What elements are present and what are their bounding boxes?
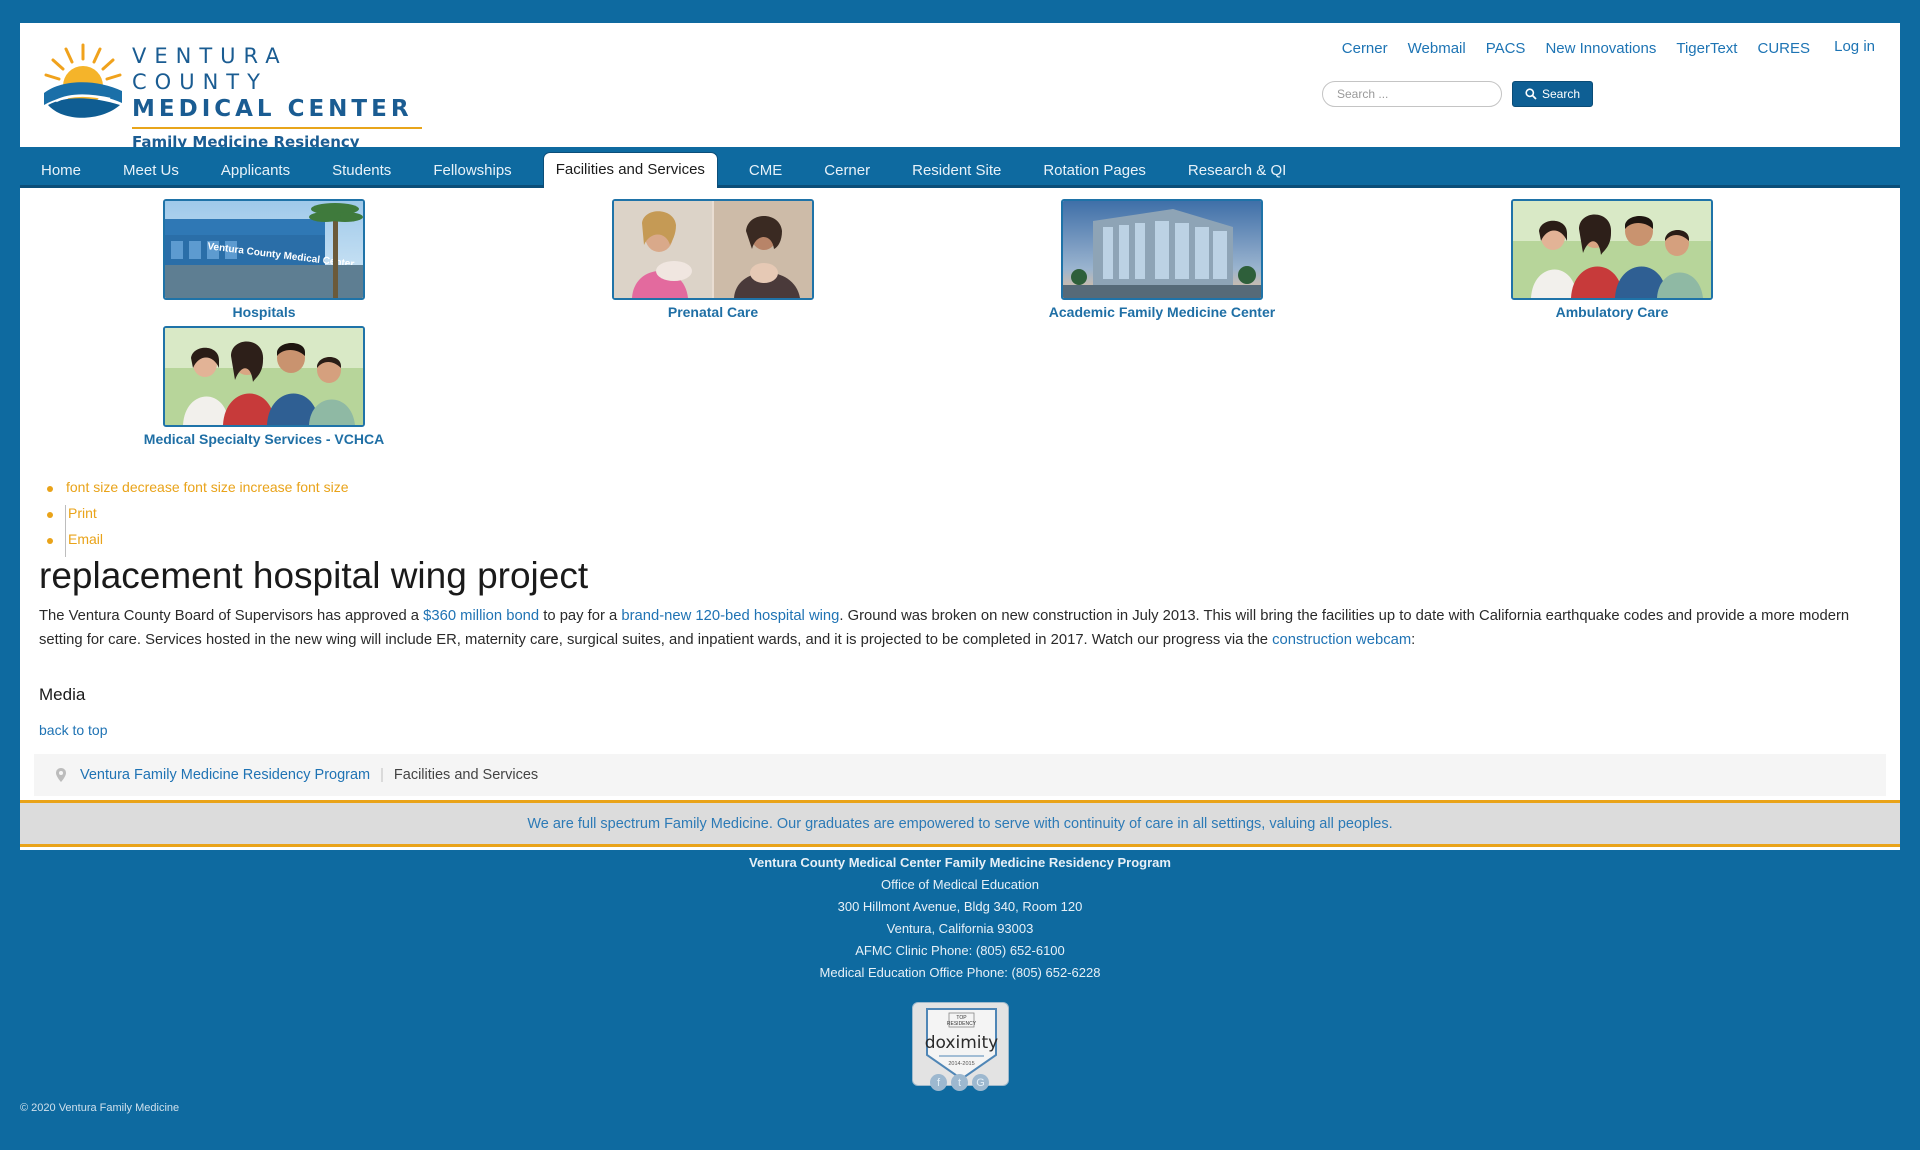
- search-input[interactable]: [1322, 81, 1502, 107]
- nav-applicants[interactable]: Applicants: [200, 162, 311, 188]
- nav-students[interactable]: Students: [311, 162, 412, 188]
- nav-facilities-and-services[interactable]: Facilities and Services: [542, 152, 718, 188]
- nav-cme[interactable]: CME: [728, 162, 803, 188]
- article-tools: font size decrease font size increase fo…: [46, 479, 348, 557]
- footer-program-name: Ventura County Medical Center Family Med…: [749, 855, 1171, 870]
- site-header: VENTURA COUNTY MEDICAL CENTER Family Med…: [20, 23, 1900, 171]
- footer-city: Ventura, California 93003: [886, 921, 1034, 936]
- twitter-icon[interactable]: t: [951, 1074, 968, 1091]
- badge-brand: doximity: [925, 1033, 998, 1053]
- service-academic-family-medicine-center: Academic Family Medicine Center: [1032, 199, 1292, 320]
- toplink-webmail[interactable]: Webmail: [1408, 40, 1466, 57]
- breadcrumb-home-link[interactable]: Ventura Family Medicine Residency Progra…: [80, 767, 370, 783]
- toplink-cures[interactable]: CURES: [1757, 40, 1810, 57]
- sun-wave-logo-icon: [44, 43, 122, 118]
- badge-years: 2014-2015: [948, 1061, 974, 1067]
- toplink-cerner[interactable]: Cerner: [1342, 40, 1388, 57]
- email-link[interactable]: Email: [68, 531, 103, 547]
- logo-line-county: VENTURA COUNTY: [132, 44, 288, 94]
- service-medical-specialty: Medical Specialty Services - VCHCA: [134, 326, 394, 447]
- academic-center-photo: [1063, 201, 1261, 298]
- toplink-tigertext[interactable]: TigerText: [1676, 40, 1737, 57]
- print-link[interactable]: Print: [68, 505, 97, 521]
- toplink-pacs[interactable]: PACS: [1486, 40, 1526, 57]
- academic-center-image[interactable]: [1061, 199, 1263, 300]
- medical-specialty-image[interactable]: [163, 326, 365, 427]
- breadcrumb: Ventura Family Medicine Residency Progra…: [34, 754, 1886, 796]
- top-links: Cerner Webmail PACS New Innovations Tige…: [1342, 40, 1810, 57]
- search-icon: [1525, 88, 1537, 100]
- email-tool: Email: [46, 531, 348, 557]
- prenatal-photo: [614, 201, 812, 298]
- search-button-label: Search: [1542, 87, 1581, 101]
- copyright: © 2020 Ventura Family Medicine: [20, 1102, 180, 1114]
- academic-center-link[interactable]: Academic Family Medicine Center: [1032, 304, 1292, 320]
- font-size-tools: font size decrease font size increase fo…: [46, 479, 348, 505]
- breadcrumb-current: Facilities and Services: [393, 767, 539, 783]
- nav-resident-site[interactable]: Resident Site: [891, 162, 1022, 188]
- hospital-wing-link[interactable]: brand-new 120-bed hospital wing: [621, 608, 839, 624]
- nav-research-qi[interactable]: Research & QI: [1167, 162, 1307, 188]
- nav-fellowships[interactable]: Fellowships: [412, 162, 532, 188]
- badge-residency: RESIDENCY: [947, 1021, 977, 1027]
- footer-clinic-phone: AFMC Clinic Phone: (805) 652-6100: [855, 943, 1065, 958]
- print-tool: Print: [46, 505, 348, 531]
- nav-meet-us[interactable]: Meet Us: [102, 162, 200, 188]
- construction-webcam-link[interactable]: construction webcam: [1272, 632, 1411, 648]
- breadcrumb-divider: |: [380, 767, 384, 783]
- page-container: VENTURA COUNTY MEDICAL CENTER Family Med…: [20, 23, 1900, 850]
- prenatal-care-image[interactable]: [612, 199, 814, 300]
- site-logo[interactable]: VENTURA COUNTY MEDICAL CENTER Family Med…: [42, 39, 422, 171]
- bond-link[interactable]: $360 million bond: [423, 608, 539, 624]
- media-heading: Media: [39, 685, 86, 704]
- ambulatory-care-link[interactable]: Ambulatory Care: [1482, 304, 1742, 320]
- article-body: The Ventura County Board of Supervisors …: [39, 604, 1879, 652]
- nav-home[interactable]: Home: [20, 162, 102, 188]
- body-text-1: The Ventura County Board of Supervisors …: [39, 608, 424, 624]
- back-to-top-link[interactable]: back to top: [39, 722, 108, 738]
- search-button[interactable]: Search: [1512, 81, 1594, 107]
- body-text-2: to pay for a: [539, 608, 622, 624]
- family-photo-2: [165, 328, 363, 425]
- hospitals-link[interactable]: Hospitals: [134, 304, 394, 320]
- service-hospitals: Ventura County Medical Center Hospitals: [134, 199, 394, 320]
- footer-office-phone: Medical Education Office Phone: (805) 65…: [819, 965, 1101, 980]
- ambulatory-care-image[interactable]: [1511, 199, 1713, 300]
- login-link[interactable]: Log in: [1834, 38, 1875, 55]
- toplink-new-innovations[interactable]: New Innovations: [1545, 40, 1656, 57]
- hospital-building-image: Ventura County Medical Center: [165, 201, 363, 298]
- service-ambulatory-care: Ambulatory Care: [1482, 199, 1742, 320]
- logo-line-medical-center: MEDICAL CENTER: [132, 96, 413, 122]
- google-plus-icon[interactable]: G: [972, 1074, 989, 1091]
- site-footer: Ventura County Medical Center Family Med…: [0, 852, 1920, 1091]
- facebook-icon[interactable]: f: [930, 1074, 947, 1091]
- motto-banner: We are full spectrum Family Medicine. Ou…: [20, 800, 1900, 847]
- nav-rotation-pages[interactable]: Rotation Pages: [1022, 162, 1167, 188]
- medical-specialty-link[interactable]: Medical Specialty Services - VCHCA: [134, 431, 394, 447]
- font-size-controls[interactable]: font size decrease font size increase fo…: [66, 479, 348, 495]
- nav-cerner[interactable]: Cerner: [803, 162, 891, 188]
- logo-rule: [132, 127, 422, 129]
- main-nav: Home Meet Us Applicants Students Fellows…: [20, 147, 1900, 188]
- search-form: Search: [1322, 81, 1594, 107]
- location-pin-icon: [56, 768, 66, 782]
- service-prenatal-care: Prenatal Care: [583, 199, 843, 320]
- body-text-4: :: [1411, 632, 1416, 648]
- page-title: replacement hospital wing project: [39, 555, 589, 596]
- social-links: f t G: [930, 1074, 989, 1091]
- footer-office: Office of Medical Education: [880, 877, 1039, 892]
- prenatal-care-link[interactable]: Prenatal Care: [583, 304, 843, 320]
- footer-address: 300 Hillmont Avenue, Bldg 340, Room 120: [837, 899, 1083, 914]
- family-photo: [1513, 201, 1711, 298]
- hospitals-image[interactable]: Ventura County Medical Center: [163, 199, 365, 300]
